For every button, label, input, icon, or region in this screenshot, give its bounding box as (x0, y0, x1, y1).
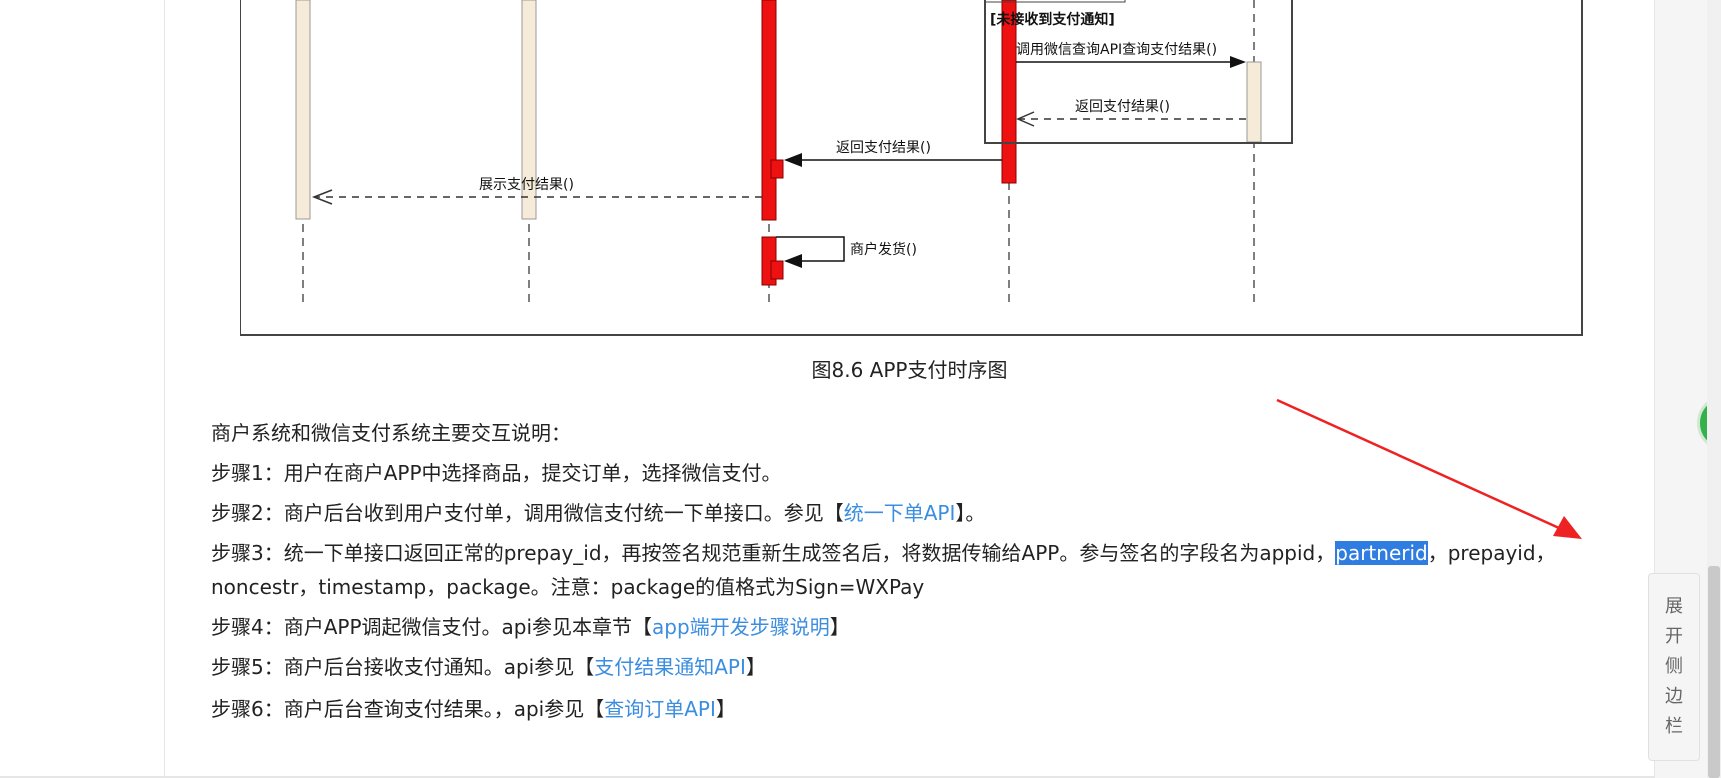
sidebar-toggle-char: 栏 (1665, 716, 1683, 737)
diagram-frame (240, 0, 1583, 336)
step-6-tail: 】 (715, 697, 736, 721)
sidebar-toggle-char: 侧 (1665, 656, 1683, 677)
sequence-diagram: [未接收到支付通知] 调用微信查询API查询支付结果() 返回支付结果() 返回… (240, 0, 1585, 337)
step-1: 步骤1：用户在商户APP中选择商品，提交订单，选择微信支付。 (211, 461, 782, 485)
query-api-call-arrowhead (1230, 56, 1246, 68)
query-order-api-link[interactable]: 查询订单API (604, 697, 716, 721)
step-5-tail: 】 (745, 655, 766, 679)
activation-merchant (761, 0, 777, 221)
merchant-ship-arrowhead (784, 254, 802, 268)
step-5: 步骤5：商户后台接收支付通知。api参见【支付结果通知API】 (211, 650, 766, 684)
intro-paragraph: 商户系统和微信支付系统主要交互说明： (211, 421, 571, 445)
activation-wechat-api (1246, 61, 1262, 143)
show-result-label: 展示支付结果() (479, 177, 574, 193)
payment-notify-api-link[interactable]: 支付结果通知API (594, 655, 746, 679)
merchant-ship-label: 商户发货() (850, 241, 917, 258)
step-4-tail: 】 (829, 615, 850, 639)
step-5-text: 步骤5：商户后台接收支付通知。api参见【 (211, 655, 595, 679)
sidebar-toggle-char: 开 (1665, 626, 1683, 647)
activation-merchant-sub (770, 159, 784, 179)
activation-merchant-ship-sub (770, 260, 784, 280)
return-result-label-1: 返回支付结果() (1075, 99, 1170, 115)
article-content: [未接收到支付通知] 调用微信查询API查询支付结果() 返回支付结果() 返回… (165, 0, 1654, 778)
step-6: 步骤6：商户后台查询支付结果。，api参见【查询订单API】 (211, 692, 736, 726)
expand-sidebar-button[interactable]: 展 开 侧 边 栏 (1648, 573, 1700, 761)
query-api-call-label: 调用微信查询API查询支付结果() (1016, 42, 1217, 58)
scrollbar-thumb[interactable] (1708, 566, 1720, 778)
left-gutter (0, 0, 165, 778)
activation-user (295, 0, 311, 220)
annotation-arrow-icon (1276, 398, 1582, 539)
unified-order-api-link[interactable]: 统一下单API (844, 501, 956, 525)
figure-caption: 图8.6 APP支付时序图 (811, 358, 1008, 382)
return-result-label-2: 返回支付结果() (836, 140, 931, 156)
return-result-arrowhead-2 (784, 153, 802, 167)
step-2-text: 步骤2：商户后台收到用户支付单，调用微信支付统一下单接口。参见【 (211, 501, 844, 525)
step-4: 步骤4：商户APP调起微信支付。api参见本章节【app端开发步骤说明】 (211, 610, 850, 644)
sidebar-toggle-char: 边 (1665, 686, 1683, 707)
step-2: 步骤2：商户后台收到用户支付单，调用微信支付统一下单接口。参见【统一下单API】… (211, 496, 985, 530)
step-6-text: 步骤6：商户后台查询支付结果。，api参见【 (211, 697, 605, 721)
step-4-text: 步骤4：商户APP调起微信支付。api参见本章节【 (211, 615, 653, 639)
merchant-ship-self-arrow (776, 236, 845, 262)
app-dev-steps-link[interactable]: app端开发步骤说明 (652, 615, 830, 639)
step-3-text: 步骤3：统一下单接口返回正常的prepay_id，再按签名规范重新生成签名后，将… (211, 541, 1336, 565)
step-2-tail: 】。 (955, 501, 986, 525)
alt-condition-label: [未接收到支付通知] (990, 11, 1115, 28)
sidebar-toggle-char: 展 (1665, 596, 1683, 617)
